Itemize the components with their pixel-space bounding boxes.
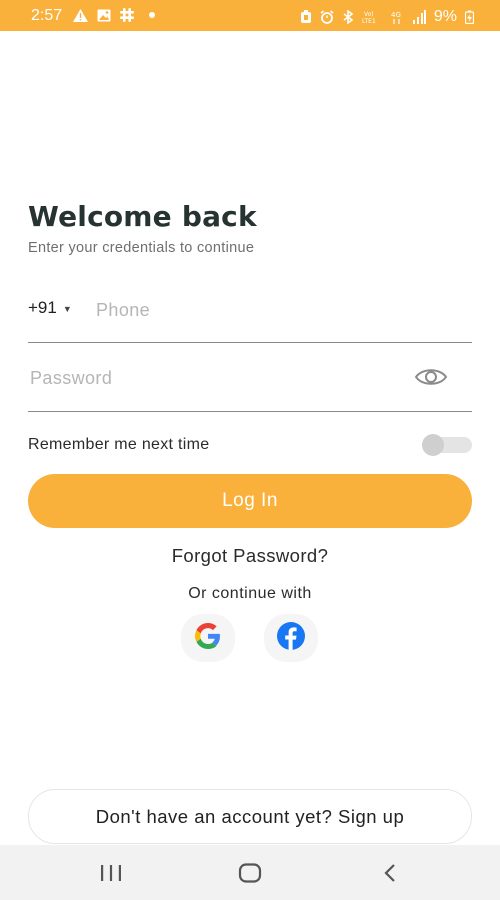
svg-text:LTE1: LTE1 bbox=[362, 18, 376, 24]
back-icon[interactable] bbox=[382, 863, 398, 888]
image-icon bbox=[97, 9, 111, 22]
bluetooth-icon bbox=[342, 10, 354, 24]
phone-input[interactable] bbox=[94, 294, 458, 326]
recents-icon[interactable] bbox=[99, 864, 123, 887]
country-code-selector[interactable]: +91 ▼ bbox=[28, 298, 72, 318]
data-icon: 4G bbox=[390, 10, 404, 24]
page-title: Welcome back bbox=[28, 200, 257, 233]
toggle-thumb bbox=[422, 434, 444, 456]
network-label: 4G bbox=[391, 11, 401, 19]
country-code-label: +91 bbox=[28, 298, 57, 317]
facebook-icon bbox=[277, 621, 305, 655]
status-time: 2:57 bbox=[31, 7, 63, 24]
forgot-password-link[interactable]: Forgot Password? bbox=[0, 545, 500, 567]
status-system-icons: Vo) LTE1 4G 9% bbox=[300, 8, 474, 26]
continue-with-label: Or continue with bbox=[188, 585, 312, 602]
login-button[interactable]: Log In bbox=[28, 474, 472, 528]
page-subtitle: Enter your credentials to continue bbox=[28, 240, 255, 256]
system-nav-bar bbox=[0, 845, 500, 900]
caret-down-icon: ▼ bbox=[62, 303, 72, 314]
signal-icon bbox=[412, 10, 426, 24]
battery-saver-icon bbox=[300, 10, 312, 24]
google-icon bbox=[195, 622, 221, 654]
facebook-login-button[interactable] bbox=[264, 614, 318, 662]
status-notification-icons bbox=[73, 8, 155, 22]
status-bar: 2:57 Vo) LTE1 4G 9% bbox=[0, 0, 500, 31]
svg-text:Vo): Vo) bbox=[364, 11, 374, 18]
remember-me-label: Remember me next time bbox=[28, 436, 210, 453]
volte-icon: Vo) LTE1 bbox=[362, 10, 382, 24]
home-icon[interactable] bbox=[238, 863, 262, 888]
remember-me-toggle[interactable] bbox=[422, 434, 472, 456]
eye-icon[interactable] bbox=[414, 366, 448, 393]
google-login-button[interactable] bbox=[181, 614, 235, 662]
signup-button[interactable]: Don't have an account yet? Sign up bbox=[28, 789, 472, 844]
alarm-icon bbox=[320, 10, 334, 24]
phone-field-row: +91 ▼ bbox=[28, 290, 472, 343]
password-field-row bbox=[28, 358, 472, 412]
battery-percent: 9% bbox=[433, 8, 457, 25]
slack-icon bbox=[120, 8, 134, 22]
dot-icon bbox=[149, 12, 155, 18]
battery-charging-icon bbox=[465, 10, 474, 24]
password-input[interactable] bbox=[28, 362, 412, 394]
warning-icon bbox=[73, 8, 88, 22]
remember-me-row: Remember me next time bbox=[28, 432, 472, 460]
